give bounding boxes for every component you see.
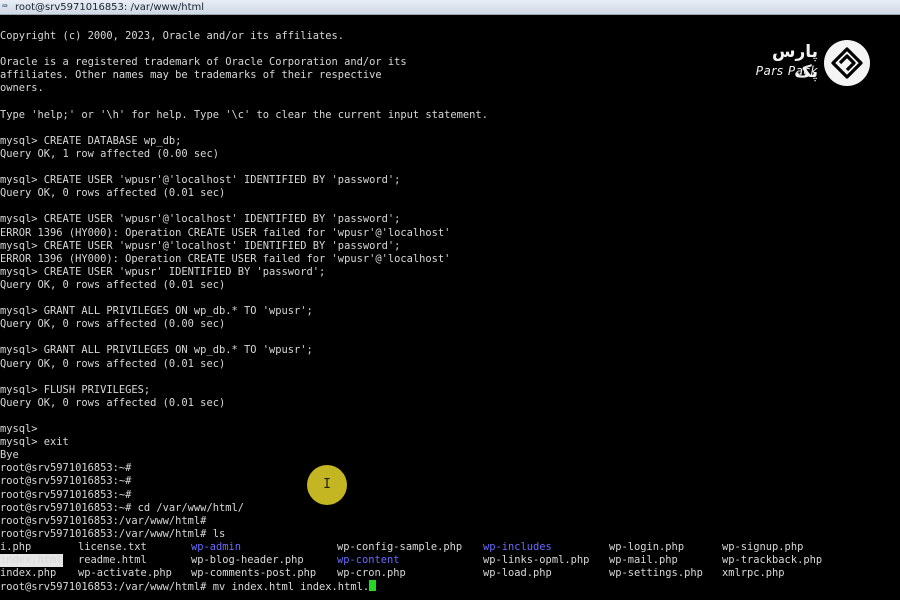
terminal-line: root@srv5971016853:/var/www/html# (0, 514, 207, 527)
window-title: root@srv5971016853: /var/www/html (15, 1, 205, 13)
terminal-cursor (369, 580, 377, 592)
terminal-line: Bye (0, 449, 19, 462)
ls-entry: wp-comments-post.php (191, 567, 317, 580)
terminal-line: Query OK, 0 rows affected (0.00 sec) (0, 318, 226, 331)
ls-entry: index.php (0, 567, 57, 580)
ls-entry: readme.html (78, 554, 147, 566)
ls-entry: wp-load.php (483, 567, 552, 580)
ls-entry: wp-activate.php (78, 567, 172, 580)
terminal-line: mysql> exit (0, 436, 69, 449)
ls-entry: wp-includes (483, 540, 552, 553)
terminal-line: mysql> CREATE USER 'wpusr'@'localhost' I… (0, 213, 401, 226)
terminal-line: Oracle is a registered trademark of Orac… (0, 56, 407, 69)
ls-entry: xmlrpc.php (722, 567, 785, 580)
ls-entry: wp-login.php (609, 540, 685, 553)
terminal-line: mysql> CREATE USER 'wpusr' IDENTIFIED BY… (0, 265, 326, 278)
ls-entry: wp-config-sample.php (337, 540, 463, 553)
parspack-logo: پارس پک Pars Pack (748, 40, 873, 88)
ls-entry: wp-content (337, 554, 400, 566)
terminal-line: root@srv5971016853:~# (0, 462, 132, 475)
terminal-line: affiliates. Other names may be trademark… (0, 69, 382, 82)
terminal-line: ERROR 1396 (HY000): Operation CREATE USE… (0, 226, 451, 239)
ls-entry: wp-trackback.php (722, 554, 823, 566)
terminal-line: Copyright (c) 2000, 2023, Oracle and/or … (0, 30, 345, 42)
terminal-line: mysql> GRANT ALL PRIVILEGES ON wp_db.* T… (0, 305, 313, 318)
ls-entry: wp-signup.php (722, 540, 804, 553)
brand-name-en: Pars Pack (755, 64, 818, 78)
terminal-line: mysql> (0, 423, 38, 435)
ls-entry: wp-blog-header.php (191, 554, 304, 566)
terminal-line: mysql> CREATE DATABASE wp_db; (0, 134, 182, 147)
terminal-line: mysql> CREATE USER 'wpusr'@'localhost' I… (0, 239, 401, 252)
ls-entry: wp-admin (191, 540, 242, 553)
terminal-line: Type 'help;' or '\h' for help. Type '\c'… (0, 108, 488, 121)
ls-entry: wp-cron.php (337, 567, 406, 580)
ls-entry: wp-links-opml.php (483, 554, 590, 566)
terminal-line: Query OK, 0 rows affected (0.01 sec) (0, 187, 226, 200)
terminal-line: root@srv5971016853:/var/www/html# ls (0, 527, 226, 540)
mouse-pointer-highlight: I (307, 465, 347, 505)
terminal-output[interactable]: Copyright (c) 2000, 2023, Oracle and/or … (0, 30, 900, 600)
terminal-line: owners. (0, 82, 44, 95)
ls-entry: license.txt (78, 540, 147, 553)
ls-entry: index.html (0, 554, 63, 567)
window-titlebar[interactable]: ⌨ root@srv5971016853: /var/www/html (0, 0, 900, 15)
terminal-icon: ⌨ (2, 2, 8, 12)
terminal-line: mysql> GRANT ALL PRIVILEGES ON wp_db.* T… (0, 344, 313, 357)
current-command: root@srv5971016853:/var/www/html# mv ind… (0, 581, 370, 594)
terminal-line: root@srv5971016853:~# cd /var/www/html/ (0, 501, 244, 514)
parspack-logo-icon (824, 40, 870, 86)
terminal-line: Query OK, 1 row affected (0.00 sec) (0, 147, 219, 160)
ls-entry: wp-mail.php (609, 554, 678, 566)
terminal-line: mysql> FLUSH PRIVILEGES; (0, 383, 151, 396)
ls-entry: i.php (0, 540, 32, 553)
terminal-line: Query OK, 0 rows affected (0.01 sec) (0, 357, 226, 370)
terminal-line: root@srv5971016853:~# (0, 475, 132, 488)
terminal-line: root@srv5971016853:~# (0, 488, 132, 501)
ls-entry: wp-settings.php (609, 567, 703, 580)
command-prompt-line[interactable]: root@srv5971016853:/var/www/html# mv ind… (0, 580, 377, 594)
terminal-line: ERROR 1396 (HY000): Operation CREATE USE… (0, 252, 451, 265)
terminal-line: Query OK, 0 rows affected (0.01 sec) (0, 396, 226, 409)
terminal-line: Query OK, 0 rows affected (0.01 sec) (0, 278, 226, 291)
terminal-line: mysql> CREATE USER 'wpusr'@'localhost' I… (0, 174, 401, 187)
text-cursor-icon: I (323, 477, 331, 492)
